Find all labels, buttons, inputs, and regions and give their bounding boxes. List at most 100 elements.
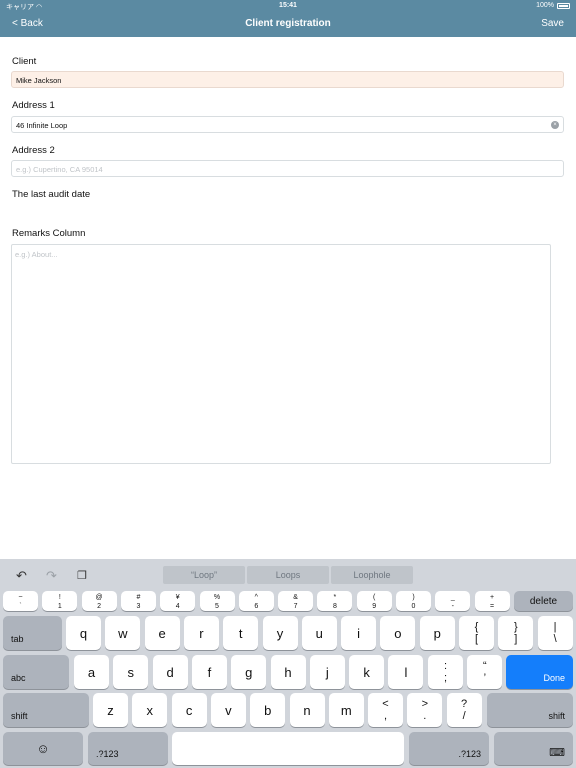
key-a[interactable]: a: [74, 655, 109, 689]
key-k[interactable]: k: [349, 655, 385, 689]
bracket-key-2[interactable]: | \: [537, 616, 573, 650]
key-x[interactable]: x: [132, 693, 168, 727]
paste-icon[interactable]: ❐: [77, 569, 87, 582]
key-i[interactable]: i: [341, 616, 377, 650]
numbers-key-left[interactable]: .?123: [88, 732, 168, 765]
number-key-6-top: ^: [254, 593, 258, 601]
space-key[interactable]: [172, 732, 404, 765]
save-button[interactable]: Save: [541, 18, 564, 29]
client-field[interactable]: Mike Jackson: [11, 71, 564, 88]
symbol-key-2-top: ?: [461, 698, 468, 710]
number-key-7[interactable]: & 7: [278, 591, 314, 611]
keyboard-shortcut-bar: ↶ ↷ ❐ “Loop” Loops Loophole: [0, 559, 576, 589]
bracket-key-0[interactable]: {[: [459, 616, 494, 650]
key-u[interactable]: u: [301, 616, 337, 650]
client-label: Client: [12, 56, 37, 67]
key-y[interactable]: y: [262, 616, 298, 650]
numbers-key-right[interactable]: .?123: [409, 732, 489, 765]
key-b[interactable]: b: [250, 693, 286, 727]
symbol-key-2[interactable]: ? /: [446, 693, 482, 727]
bracket-key-1[interactable]: }]: [498, 616, 534, 650]
address2-field[interactable]: e.g.) Cupertino, CA 95014: [11, 160, 564, 177]
number-key-11-top: _: [450, 593, 455, 601]
number-key-1-top: !: [58, 593, 61, 601]
battery-icon: [557, 2, 570, 9]
symbol-key-1[interactable]: >.: [407, 693, 443, 727]
shift-key-left[interactable]: shift: [3, 693, 89, 727]
number-key-8-top: *: [333, 593, 337, 601]
key-p[interactable]: p: [419, 616, 455, 650]
key-e[interactable]: e: [144, 616, 180, 650]
suggestion-1[interactable]: “Loop”: [163, 566, 245, 584]
number-key-8[interactable]: * 8: [317, 591, 353, 611]
address1-label: Address 1: [12, 100, 55, 111]
status-bar: キャリア ◠ 15:41 100%: [0, 0, 576, 12]
number-key-6[interactable]: ^ 6: [238, 591, 274, 611]
number-key-5[interactable]: % 5: [199, 591, 235, 611]
symbol-key-0[interactable]: <,: [368, 693, 403, 727]
abc-key[interactable]: abc: [3, 655, 69, 689]
number-key-0-bottom: `: [19, 602, 22, 610]
redo-icon[interactable]: ↷: [46, 568, 57, 584]
number-key-7-top: &: [293, 593, 298, 601]
number-key-4[interactable]: ¥4: [160, 591, 196, 611]
number-key-12-top: +: [490, 593, 495, 601]
keyboard-dismiss-icon: ⌨: [549, 747, 565, 759]
undo-icon[interactable]: ↶: [16, 568, 27, 584]
number-key-8-bottom: 8: [332, 602, 337, 610]
number-key-3[interactable]: #3: [120, 591, 156, 611]
number-key-9-top: (: [373, 593, 376, 601]
remarks-textarea[interactable]: e.g.) About...: [11, 244, 551, 464]
key-c[interactable]: c: [171, 693, 207, 727]
number-key-9[interactable]: (9: [356, 591, 392, 611]
punct-key-1[interactable]: “’: [467, 655, 503, 689]
punct-key-1-bottom: ’: [483, 672, 487, 684]
tab-key[interactable]: tab: [3, 616, 62, 650]
key-r[interactable]: r: [183, 616, 219, 650]
number-key-10[interactable]: ) 0: [396, 591, 431, 611]
bracket-key-1-top: }: [513, 621, 518, 633]
number-key-1[interactable]: ! 1: [42, 591, 78, 611]
battery-percent: 100%: [536, 2, 554, 9]
punct-key-0[interactable]: :;: [428, 655, 463, 689]
number-key-5-bottom: 5: [215, 602, 219, 610]
punct-key-0-bottom: ;: [443, 672, 448, 684]
number-key-2[interactable]: @2: [81, 591, 117, 611]
key-q[interactable]: q: [66, 616, 101, 650]
number-key-6-bottom: 6: [254, 602, 259, 610]
key-t[interactable]: t: [223, 616, 259, 650]
software-keyboard: ↶ ↷ ❐ “Loop” Loops Loophole delete tab a…: [0, 559, 576, 768]
suggestion-2[interactable]: Loops: [247, 566, 329, 584]
address1-field[interactable]: 46 Infinite Loop ×: [11, 116, 564, 133]
key-g[interactable]: g: [231, 655, 267, 689]
number-key-9-bottom: 9: [372, 602, 377, 610]
number-key-4-bottom: 4: [175, 602, 180, 610]
key-d[interactable]: d: [152, 655, 188, 689]
shift-key-right[interactable]: shift: [487, 693, 573, 727]
key-f[interactable]: f: [191, 655, 227, 689]
key-s[interactable]: s: [113, 655, 149, 689]
punct-key-0-top: :: [443, 660, 448, 672]
key-m[interactable]: m: [328, 693, 364, 727]
tab-label: tab: [11, 634, 24, 644]
number-key-12[interactable]: + =: [474, 591, 510, 611]
key-z[interactable]: z: [93, 693, 128, 727]
suggestion-3[interactable]: Loophole: [331, 566, 413, 584]
emoji-key[interactable]: ☺: [3, 732, 83, 765]
key-v[interactable]: v: [210, 693, 246, 727]
delete-key[interactable]: delete: [514, 591, 573, 611]
number-key-10-top: ): [412, 593, 415, 601]
number-key-0[interactable]: ~ `: [3, 591, 38, 611]
key-j[interactable]: j: [309, 655, 345, 689]
dismiss-keyboard-key[interactable]: ⌨: [494, 732, 573, 765]
key-w[interactable]: w: [105, 616, 141, 650]
key-n[interactable]: n: [289, 693, 325, 727]
key-l[interactable]: l: [388, 655, 424, 689]
key-o[interactable]: o: [380, 616, 416, 650]
clear-icon[interactable]: ×: [551, 121, 559, 129]
symbol-key-1-bottom: .: [423, 710, 427, 722]
key-h[interactable]: h: [270, 655, 306, 689]
punct-key-1-top: “: [482, 660, 487, 672]
number-key-11[interactable]: _ -: [435, 591, 471, 611]
done-key[interactable]: Done: [506, 655, 573, 689]
